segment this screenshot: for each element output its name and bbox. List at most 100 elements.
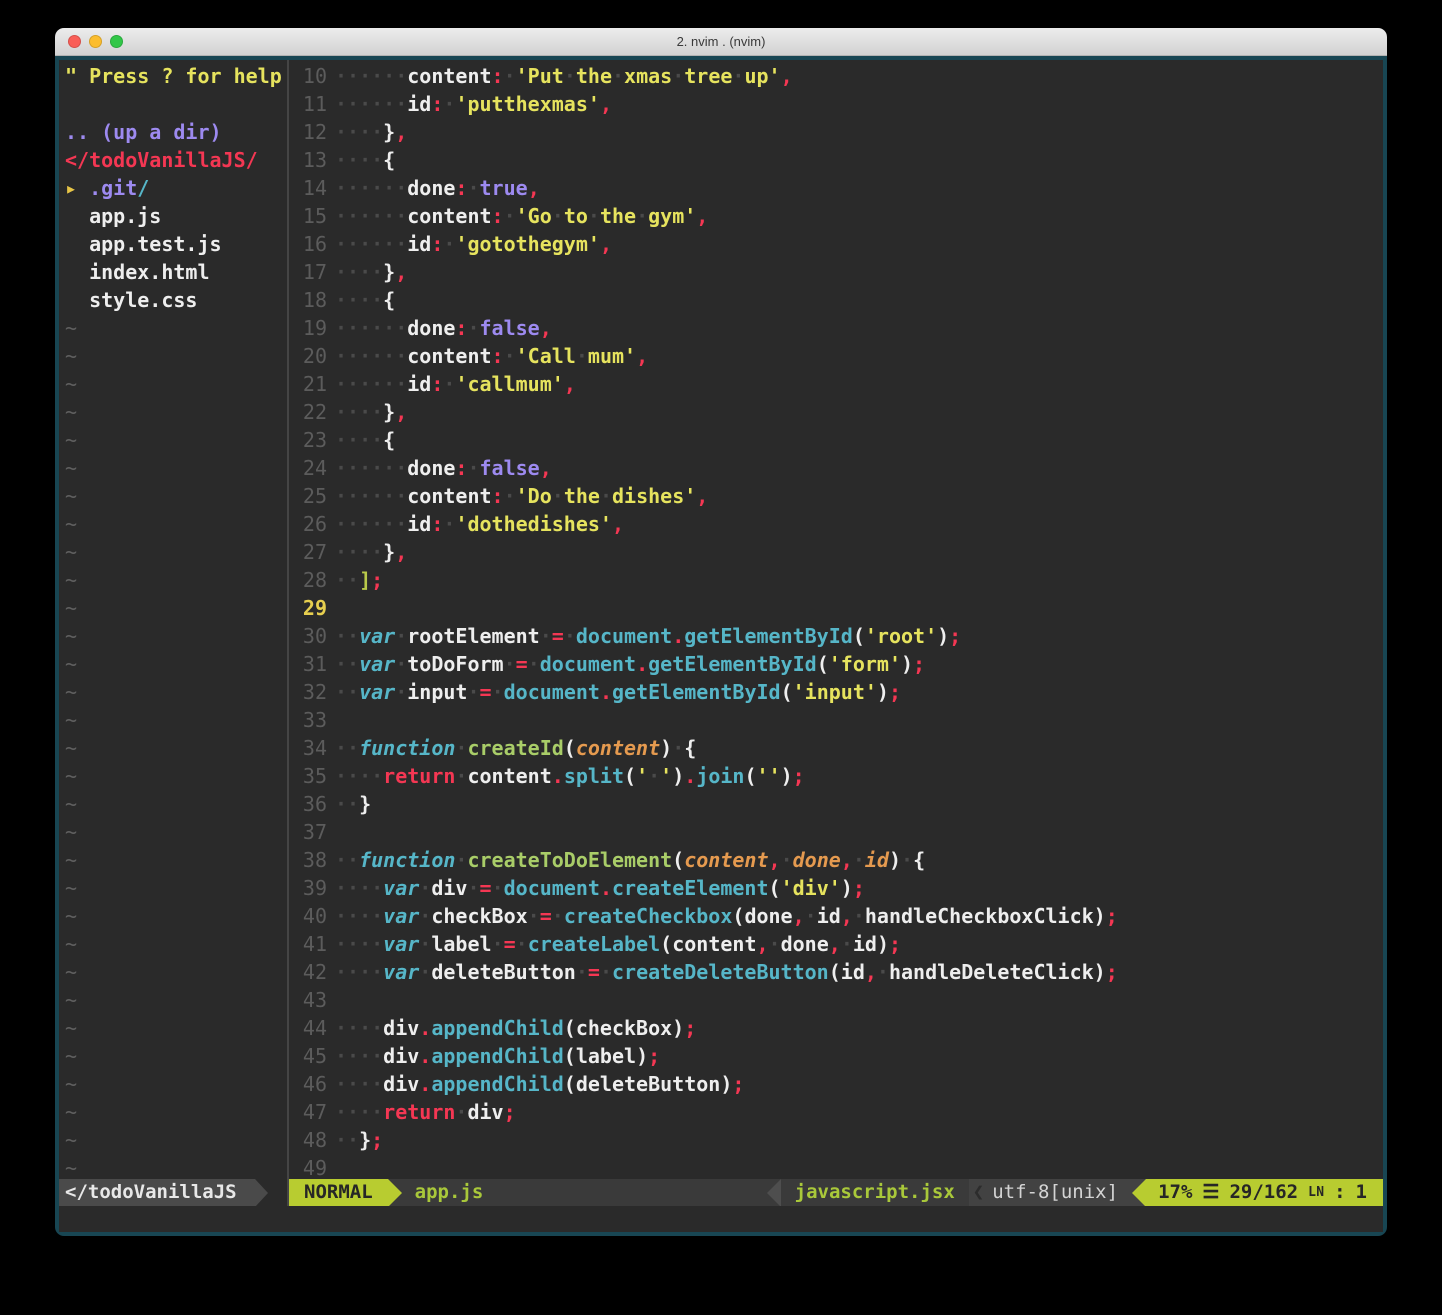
- code-line[interactable]: 27····},: [289, 538, 1383, 566]
- tilde-row: ~: [59, 314, 287, 342]
- line-number: 46: [289, 1070, 327, 1098]
- tilde-row: ~: [59, 538, 287, 566]
- line-number: 24: [289, 454, 327, 482]
- code-line[interactable]: 39····var·div·=·document.createElement('…: [289, 874, 1383, 902]
- line-number: 43: [289, 986, 327, 1014]
- line-number: 36: [289, 790, 327, 818]
- code-line[interactable]: 44····div.appendChild(checkBox);: [289, 1014, 1383, 1042]
- code-line[interactable]: 45····div.appendChild(label);: [289, 1042, 1383, 1070]
- code-line[interactable]: 47····return·div;: [289, 1098, 1383, 1126]
- code-line[interactable]: 46····div.appendChild(deleteButton);: [289, 1070, 1383, 1098]
- tilde-row: ~: [59, 818, 287, 846]
- code-line[interactable]: 31··var·toDoForm·=·document.getElementBy…: [289, 650, 1383, 678]
- root-dir-item[interactable]: </todoVanillaJS/: [59, 146, 287, 174]
- file-item-style-css[interactable]: style.css: [59, 286, 287, 314]
- line-number: 45: [289, 1042, 327, 1070]
- file-item-app-js[interactable]: app.js: [59, 202, 287, 230]
- code-line[interactable]: 19······done:·false,: [289, 314, 1383, 342]
- code-line[interactable]: 34··function·createId(content)·{: [289, 734, 1383, 762]
- tilde-row: ~: [59, 342, 287, 370]
- line-number: 31: [289, 650, 327, 678]
- code-line[interactable]: 41····var·label·=·createLabel(content,·d…: [289, 930, 1383, 958]
- powerline-arrow-icon: [388, 1179, 402, 1206]
- chevron-left-icon: ❮: [969, 1179, 984, 1206]
- line-number: 20: [289, 342, 327, 370]
- tilde-row: ~: [59, 370, 287, 398]
- code-line[interactable]: 48··};: [289, 1126, 1383, 1154]
- code-line[interactable]: 20······content:·'Call·mum',: [289, 342, 1383, 370]
- close-button[interactable]: [68, 35, 81, 48]
- line-number: 34: [289, 734, 327, 762]
- dir-item-git[interactable]: ▸ .git/: [59, 174, 287, 202]
- code-line[interactable]: 32··var·input·=·document.getElementById(…: [289, 678, 1383, 706]
- tilde-row: ~: [59, 1098, 287, 1126]
- line-number: 49: [289, 1154, 327, 1179]
- tilde-row: ~: [59, 902, 287, 930]
- up-dir-item[interactable]: .. (up a dir): [59, 118, 287, 146]
- tilde-row: ~: [59, 1154, 287, 1179]
- line-number: 40: [289, 902, 327, 930]
- line-number: 17: [289, 258, 327, 286]
- column-position: 1: [1356, 1179, 1367, 1206]
- explorer-statusline: </todoVanillaJS: [59, 1179, 289, 1206]
- code-line[interactable]: 13····{: [289, 146, 1383, 174]
- line-number: 26: [289, 510, 327, 538]
- code-line[interactable]: 22····},: [289, 398, 1383, 426]
- line-number: 32: [289, 678, 327, 706]
- scroll-percent: 17%: [1158, 1179, 1192, 1206]
- colon-separator: :: [1334, 1179, 1345, 1206]
- code-line[interactable]: 23····{: [289, 426, 1383, 454]
- code-line[interactable]: 35····return·content.split('·').join('')…: [289, 762, 1383, 790]
- tilde-row: ~: [59, 650, 287, 678]
- code-line[interactable]: 28··];: [289, 566, 1383, 594]
- statusline: </todoVanillaJS NORMAL app.js javascript…: [59, 1179, 1383, 1206]
- tilde-row: ~: [59, 930, 287, 958]
- code-line[interactable]: 49: [289, 1154, 1383, 1179]
- command-line[interactable]: [59, 1206, 1383, 1232]
- line-number: 14: [289, 174, 327, 202]
- code-line[interactable]: 42····var·deleteButton·=·createDeleteBut…: [289, 958, 1383, 986]
- code-line[interactable]: 40····var·checkBox·=·createCheckbox(done…: [289, 902, 1383, 930]
- position-status: 17% ☰ 29/162 LN : 1: [1146, 1179, 1383, 1206]
- tilde-row: ~: [59, 846, 287, 874]
- code-line[interactable]: 15······content:·'Go·to·the·gym',: [289, 202, 1383, 230]
- code-line[interactable]: 36··}: [289, 790, 1383, 818]
- titlebar[interactable]: 2. nvim . (nvim): [55, 28, 1387, 56]
- code-line[interactable]: 43: [289, 986, 1383, 1014]
- tilde-row: ~: [59, 482, 287, 510]
- code-line[interactable]: 25······content:·'Do·the·dishes',: [289, 482, 1383, 510]
- file-explorer: " Press ? for help.. (up a dir)</todoVan…: [59, 60, 287, 1179]
- line-number: 15: [289, 202, 327, 230]
- code-line[interactable]: 37: [289, 818, 1383, 846]
- powerline-arrow-icon: [1132, 1179, 1146, 1206]
- code-line[interactable]: 21······id:·'callmum',: [289, 370, 1383, 398]
- code-line[interactable]: 10······content:·'Put·the·xmas·tree·up',: [289, 62, 1383, 90]
- line-number: 12: [289, 118, 327, 146]
- code-line[interactable]: 14······done:·true,: [289, 174, 1383, 202]
- file-item-app-test-js[interactable]: app.test.js: [59, 230, 287, 258]
- terminal-window: 2. nvim . (nvim) " Press ? for help.. (u…: [55, 28, 1387, 1236]
- tilde-row: ~: [59, 790, 287, 818]
- code-line[interactable]: 33: [289, 706, 1383, 734]
- powerline-arrow-icon: [255, 1179, 268, 1206]
- file-item-index-html[interactable]: index.html: [59, 258, 287, 286]
- code-line[interactable]: 38··function·createToDoElement(content,·…: [289, 846, 1383, 874]
- code-line[interactable]: 24······done:·false,: [289, 454, 1383, 482]
- code-editor[interactable]: 10······content:·'Put·the·xmas·tree·up',…: [289, 60, 1383, 1179]
- line-number: 27: [289, 538, 327, 566]
- tilde-row: ~: [59, 1042, 287, 1070]
- code-line[interactable]: 16······id:·'gotothegym',: [289, 230, 1383, 258]
- line-number: 33: [289, 706, 327, 734]
- zoom-button[interactable]: [110, 35, 123, 48]
- code-line[interactable]: 17····},: [289, 258, 1383, 286]
- code-line[interactable]: 18····{: [289, 286, 1383, 314]
- code-line[interactable]: 30··var·rootElement·=·document.getElemen…: [289, 622, 1383, 650]
- code-line[interactable]: 29: [289, 594, 1383, 622]
- line-number: 25: [289, 482, 327, 510]
- code-line[interactable]: 12····},: [289, 118, 1383, 146]
- tilde-row: ~: [59, 874, 287, 902]
- code-line[interactable]: 26······id:·'dothedishes',: [289, 510, 1383, 538]
- minimize-button[interactable]: [89, 35, 102, 48]
- code-line[interactable]: 11······id:·'putthexmas',: [289, 90, 1383, 118]
- tilde-row: ~: [59, 1014, 287, 1042]
